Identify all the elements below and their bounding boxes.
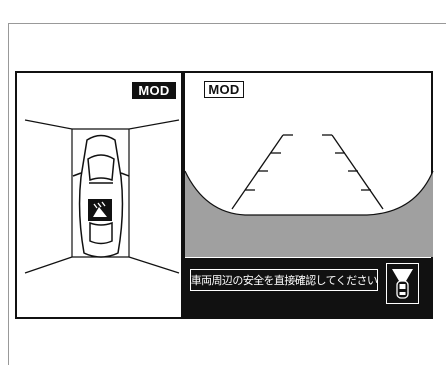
warning-bar: 車両周辺の安全を直接確認してください	[184, 258, 431, 317]
ground-area	[185, 171, 433, 257]
car-top-view-icon	[72, 134, 130, 258]
safety-warning-message: 車両周辺の安全を直接確認してください	[190, 269, 378, 291]
top-view-mode-badge: MOD	[132, 82, 176, 99]
frame-top-line	[8, 23, 446, 24]
rear-view-mode-badge: MOD	[204, 81, 244, 98]
camera-display-panel: MOD MOD 車両周辺の安全を直接確認してください	[15, 71, 434, 319]
parking-sensor-icon	[88, 199, 112, 221]
rear-camera-car-icon	[386, 263, 419, 304]
view-boundary-arc	[184, 170, 434, 216]
parking-guide-lines	[231, 134, 384, 210]
top-view	[24, 119, 180, 274]
frame-left-line	[8, 23, 9, 365]
